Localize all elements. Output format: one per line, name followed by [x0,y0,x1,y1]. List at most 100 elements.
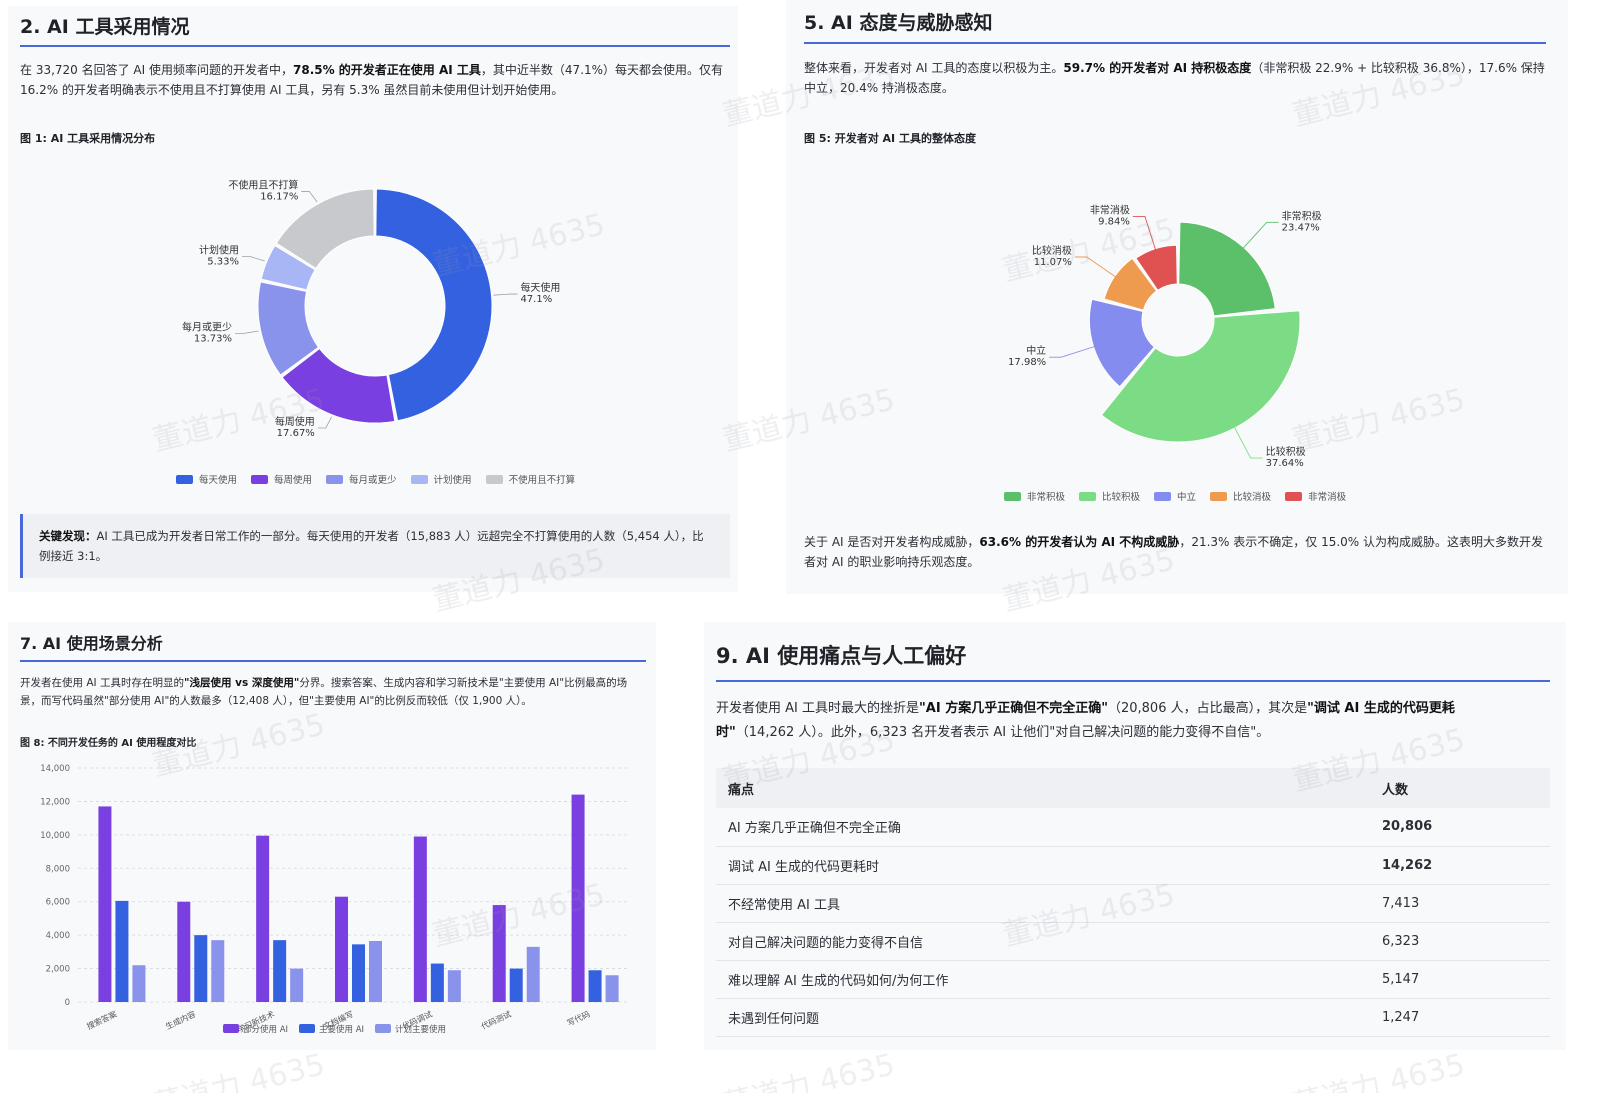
legend-item[interactable]: 计划使用 [410,472,472,486]
slice-label: 中立 [1026,344,1046,357]
legend-swatch [1079,491,1097,501]
figure-8-title: 图 8: 不同开发任务的 AI 使用程度对比 [20,738,197,749]
header-count: 人数 [1370,768,1550,808]
section-9-title: 9. AI 使用痛点与人工偏好 [716,644,967,668]
bar[interactable] [605,975,619,1002]
bar[interactable] [194,935,208,1002]
bar[interactable] [273,940,287,1002]
rose-slice[interactable] [1178,221,1276,317]
x-tick-label: 写代码 [565,1009,591,1028]
legend-label: 非常消极 [1308,492,1347,503]
bar[interactable] [211,940,225,1002]
slice-value: 13.73% [194,333,232,344]
bar[interactable] [413,836,427,1002]
bar[interactable] [430,963,444,1002]
figure-5-title: 图 5: 开发者对 AI 工具的整体态度 [804,132,976,145]
legend-item[interactable]: 比较消极 [1210,489,1271,503]
count-cell: 20,806 [1370,808,1550,847]
slice-label: 非常消极 [1090,203,1130,216]
slice-leader-line [493,293,518,296]
table-row: 不经常使用 AI 工具 7,413 [716,884,1550,923]
legend-item[interactable]: 不使用且不打算 [485,472,575,486]
section-5-paragraph: 整体来看，开发者对 AI 工具的态度以积极为主。59.7% 的开发者对 AI 持… [804,58,1546,98]
bar[interactable] [352,944,365,1002]
legend-item[interactable]: 中立 [1154,489,1196,503]
bar[interactable] [588,970,602,1002]
legend-label: 每周使用 [274,475,313,486]
y-tick-label: 8,000 [46,864,70,874]
slice-value: 47.1% [520,294,552,305]
bar[interactable] [290,968,304,1002]
pain-point-cell: 难以理解 AI 生成的代码如何/为何工作 [716,960,1370,999]
donut-slice[interactable] [375,188,493,422]
bar[interactable] [509,968,523,1002]
slice-value: 5.33% [207,257,239,268]
pain-point-cell: AI 方案几乎正确但不完全正确 [716,808,1370,847]
table-row: 对自己解决问题的能力变得不自信 6,323 [716,922,1550,961]
bar[interactable] [177,901,191,1002]
paragraph-text: 在 33,720 名回答了 AI 使用频率问题的开发者中， [20,63,293,77]
slice-leader-line [1132,215,1157,253]
y-tick-label: 12,000 [40,797,70,807]
emphasis-text: "浅层使用 vs 深度使用" [183,677,300,689]
legend-swatch [326,474,344,484]
slice-value: 23.47% [1282,222,1320,233]
bar[interactable] [256,835,270,1002]
legend-label: 比较消极 [1233,492,1272,503]
table-header-row: 痛点 人数 [716,768,1550,808]
legend-label: 比较积极 [1102,492,1141,503]
paragraph-text: 关于 AI 是否对开发者构成威胁， [804,535,980,549]
pain-point-cell: 不经常使用 AI 工具 [716,884,1370,923]
callout-label: 关键发现： [39,529,97,543]
legend-item[interactable]: 非常消极 [1285,489,1346,503]
pain-points-table: 痛点 人数 AI 方案几乎正确但不完全正确 20,806 调试 AI 生成的代码更耗… [716,768,1550,1037]
legend-label: 部分使用 AI [243,1024,288,1035]
legend-swatch [176,474,193,484]
bar[interactable] [526,946,540,1002]
x-tick-label: 搜索答案 [85,1009,118,1032]
y-tick-label: 2,000 [46,965,70,975]
legend-swatch [485,474,503,484]
bar[interactable] [492,905,506,1002]
section-7-title: 7. AI 使用场景分析 [20,634,163,653]
legend-swatch [251,474,269,484]
slice-label: 每月或更少 [182,320,232,333]
legend-item[interactable]: 非常积极 [1004,489,1065,503]
adoption-legend: 每天使用 每周使用 每月或更少 计划使用 不使用且不打算 [176,472,589,486]
legend-swatch [1285,491,1303,501]
legend-label: 中立 [1177,492,1197,503]
x-tick-label: 代码测试 [479,1009,512,1032]
slice-label: 比较积极 [1266,445,1306,458]
legend-item[interactable]: 每月或更少 [326,472,397,486]
slice-label: 计划使用 [199,244,239,257]
emphasis-text: 59.7% 的开发者对 AI 持积极态度 [1063,61,1252,75]
x-tick-label: 生成内容 [164,1009,197,1032]
bar[interactable] [115,900,129,1002]
legend-item[interactable]: 比较积极 [1079,489,1140,503]
legend-label: 非常积极 [1027,492,1066,503]
figure-1-title: 图 1: AI 工具采用情况分布 [20,132,156,145]
y-tick-label: 6,000 [46,898,70,908]
slice-value: 11.07% [1034,257,1072,268]
bar[interactable] [98,806,112,1002]
bar[interactable] [571,794,585,1002]
table-row: AI 方案几乎正确但不完全正确 20,806 [716,808,1550,847]
legend-item[interactable]: 每周使用 [251,472,312,486]
slice-value: 17.67% [277,428,315,439]
slice-label: 每天使用 [520,281,560,294]
bar[interactable] [335,896,348,1002]
bar[interactable] [132,965,146,1002]
emphasis-text: 78.5% 的开发者正在使用 AI 工具 [293,63,481,77]
legend-swatch [299,1024,315,1033]
legend-label: 每月或更少 [349,475,397,486]
paragraph-text: （14,262 人）。此外，6,323 名开发者表示 AI 让他们"对自己解决问… [735,725,1270,740]
slice-label: 非常积极 [1282,209,1322,222]
slice-leader-line [1232,424,1263,459]
callout-text: AI 工具已成为开发者日常工作的一部分。每天使用的开发者（15,883 人）远超… [39,529,704,563]
bar[interactable] [447,970,461,1002]
legend-swatch [1154,491,1172,501]
slice-value: 16.17% [260,192,298,203]
legend-item[interactable]: 每天使用 [176,472,237,486]
bar[interactable] [369,940,382,1002]
paragraph-text: 整体来看，开发者对 AI 工具的态度以积极为主。 [804,61,1064,75]
